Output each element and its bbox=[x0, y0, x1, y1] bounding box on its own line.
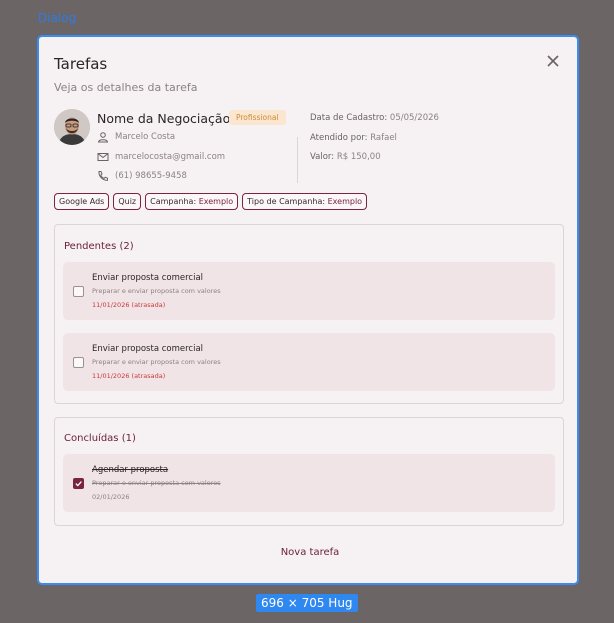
meta-value-label: Valor: bbox=[310, 152, 335, 162]
task-description: Preparar e enviar proposta com valores bbox=[92, 358, 221, 366]
tag-google-ads[interactable]: Google Ads bbox=[54, 193, 110, 210]
mail-icon bbox=[97, 153, 109, 161]
frame-label: Dialog bbox=[38, 11, 77, 25]
phone-row: (61) 98655-9458 bbox=[97, 170, 187, 182]
contact-email: marcelocosta@gmail.com bbox=[115, 152, 226, 162]
check-icon bbox=[75, 481, 82, 487]
meta-value: Valor: R$ 150,00 bbox=[310, 152, 381, 162]
task-item[interactable]: Enviar proposta comercial Preparar e env… bbox=[63, 262, 555, 320]
contact-phone: (61) 98655-9458 bbox=[115, 171, 187, 181]
dialog-subtitle: Veja os detalhes da tarefa bbox=[54, 81, 198, 94]
meta-attended: Atendido por: Rafael bbox=[310, 133, 397, 143]
contact-name-row: Marcelo Costa bbox=[97, 131, 175, 143]
user-icon bbox=[97, 132, 109, 143]
phone-icon bbox=[98, 171, 108, 181]
task-title: Enviar proposta comercial bbox=[92, 344, 204, 354]
task-description: Preparar e enviar proposta com valores bbox=[92, 287, 221, 295]
close-icon[interactable] bbox=[545, 53, 561, 69]
new-task-button[interactable]: Nova tarefa bbox=[39, 547, 581, 558]
meta-value-value: R$ 150,00 bbox=[336, 152, 381, 162]
task-title: Enviar proposta comercial bbox=[92, 273, 204, 283]
avatar bbox=[54, 109, 90, 145]
size-badge: 696 × 705 Hug bbox=[256, 594, 358, 612]
task-checkbox-checked[interactable] bbox=[73, 478, 84, 489]
deal-name: Nome da Negociação bbox=[97, 111, 231, 126]
task-description: Preparar e enviar proposta com valores bbox=[92, 479, 221, 487]
task-date: 02/01/2026 bbox=[92, 493, 130, 501]
meta-created-value: 05/05/2026 bbox=[389, 113, 439, 123]
task-date: 11/01/2026 (atrasada) bbox=[92, 372, 166, 380]
dialog-title: Tarefas bbox=[54, 55, 108, 73]
task-dialog: Tarefas Veja os detalhes da tarefa Nome … bbox=[37, 35, 579, 585]
task-checkbox[interactable] bbox=[73, 286, 84, 297]
tag-campaign[interactable]: Campanha: Exemplo bbox=[145, 193, 239, 210]
meta-attended-label: Atendido por: bbox=[310, 133, 368, 143]
meta-created-label: Data de Cadastro: bbox=[310, 113, 388, 123]
done-section: Concluídas (1) Agendar proposta Preparar… bbox=[54, 417, 564, 526]
tag-list: Google Ads Quiz Campanha: Exemplo Tipo d… bbox=[54, 193, 368, 210]
tag-quiz[interactable]: Quiz bbox=[113, 193, 142, 210]
meta-attended-value: Rafael bbox=[370, 133, 397, 143]
task-item[interactable]: Enviar proposta comercial Preparar e env… bbox=[63, 333, 555, 391]
task-title: Agendar proposta bbox=[92, 465, 169, 475]
task-date: 11/01/2026 (atrasada) bbox=[92, 301, 166, 309]
pending-section: Pendentes (2) Enviar proposta comercial … bbox=[54, 224, 564, 404]
contact-name: Marcelo Costa bbox=[115, 132, 176, 142]
pending-title: Pendentes (2) bbox=[64, 241, 134, 252]
meta-created: Data de Cadastro: 05/05/2026 bbox=[310, 113, 439, 123]
done-title: Concluídas (1) bbox=[64, 433, 136, 444]
email-row: marcelocosta@gmail.com bbox=[97, 151, 225, 163]
tier-badge: Profissional bbox=[229, 110, 286, 125]
task-item[interactable]: Agendar proposta Preparar e enviar propo… bbox=[63, 454, 555, 512]
task-checkbox[interactable] bbox=[73, 357, 84, 368]
tag-campaign-type[interactable]: Tipo de Campanha: Exemplo bbox=[242, 193, 368, 210]
vertical-divider bbox=[297, 137, 298, 183]
